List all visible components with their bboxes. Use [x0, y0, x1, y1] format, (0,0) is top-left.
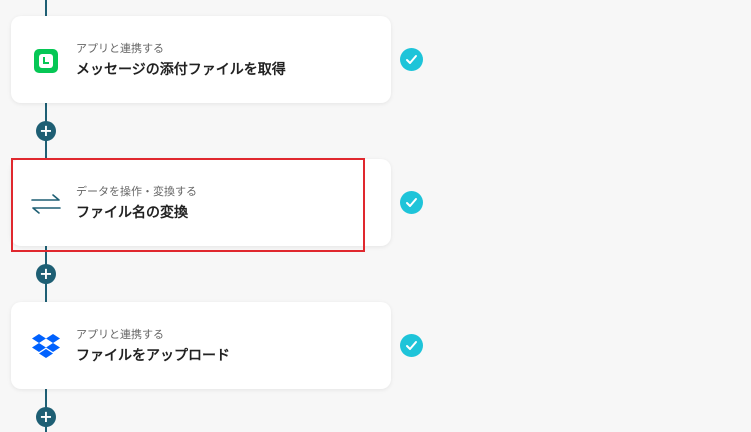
- add-step-button[interactable]: +: [36, 264, 56, 284]
- add-step-button[interactable]: +: [36, 407, 56, 427]
- step-subtitle: データを操作・変換する: [76, 185, 197, 198]
- swap-arrows-icon: [31, 189, 61, 219]
- check-icon: [400, 334, 423, 357]
- step-card-get-attachment[interactable]: アプリと連携する メッセージの添付ファイルを取得: [11, 16, 391, 103]
- step-title: メッセージの添付ファイルを取得: [76, 62, 286, 78]
- flow-connector: [45, 0, 47, 16]
- dropbox-icon: [31, 332, 61, 362]
- step-subtitle: アプリと連携する: [76, 328, 164, 341]
- step-card-upload-file[interactable]: アプリと連携する ファイルをアップロード: [11, 302, 391, 389]
- step-card-convert-filename[interactable]: データを操作・変換する ファイル名の変換: [11, 159, 391, 246]
- step-title: ファイルをアップロード: [76, 348, 230, 364]
- line-app-icon: [31, 46, 61, 76]
- step-title: ファイル名の変換: [76, 205, 188, 221]
- add-step-button[interactable]: +: [36, 121, 56, 141]
- check-icon: [400, 191, 423, 214]
- step-subtitle: アプリと連携する: [76, 42, 164, 55]
- check-icon: [400, 48, 423, 71]
